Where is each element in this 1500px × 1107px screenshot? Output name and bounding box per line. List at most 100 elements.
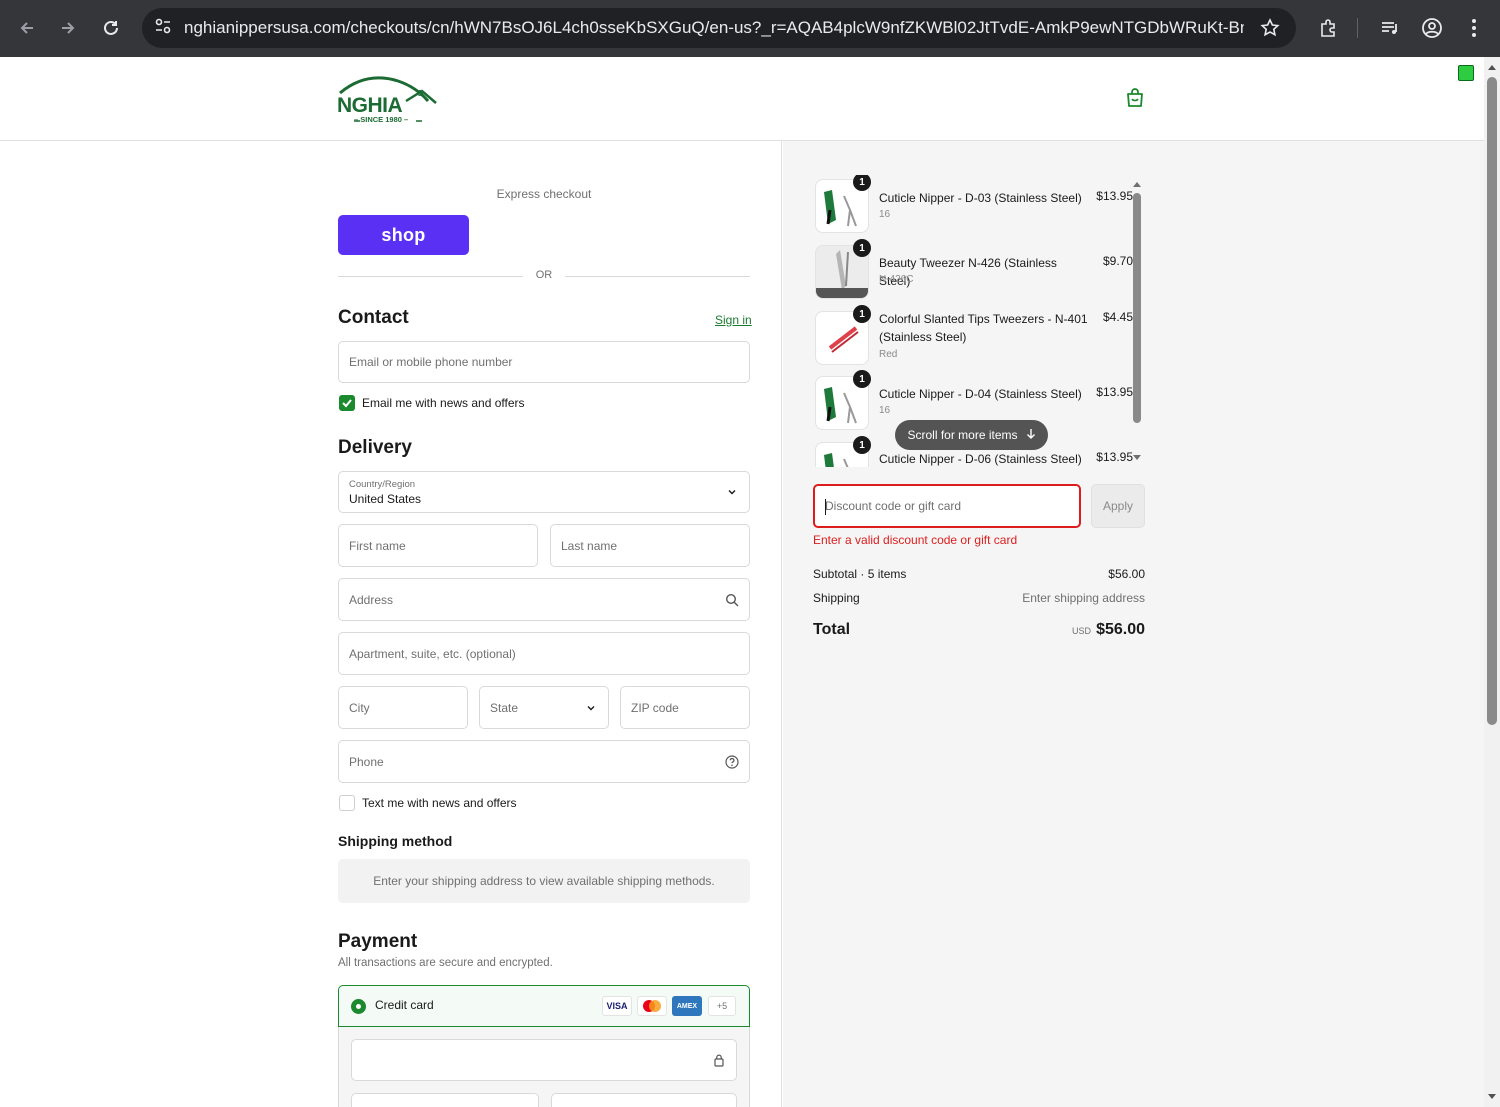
checkout-page: NGHIA – SINCE 1980 – Express checkout sh… xyxy=(0,57,1484,1107)
phone-field[interactable]: Phone xyxy=(338,740,750,783)
item-price: $13.95 xyxy=(1096,450,1133,464)
payment-heading: Payment xyxy=(338,931,418,952)
zip-placeholder: ZIP code xyxy=(631,700,679,715)
menu-kebab-icon[interactable] xyxy=(1456,10,1492,46)
first-name-placeholder: First name xyxy=(349,538,406,553)
first-name-field[interactable]: First name xyxy=(338,524,538,567)
site-settings-icon[interactable] xyxy=(154,17,172,40)
scroll-more-label: Scroll for more items xyxy=(907,428,1018,442)
apply-discount-button[interactable]: Apply xyxy=(1091,484,1145,528)
shipping-row: Shipping Enter shipping address xyxy=(813,591,1145,605)
zip-field[interactable]: ZIP code xyxy=(620,686,750,729)
or-label: OR xyxy=(535,269,553,281)
arrow-down-icon xyxy=(1026,428,1036,443)
credit-card-radio[interactable] xyxy=(351,999,366,1014)
subtotal-value: $56.00 xyxy=(1108,567,1145,581)
discount-code-field[interactable]: Discount code or gift card xyxy=(813,484,1081,528)
payment-subtitle: All transactions are secure and encrypte… xyxy=(338,957,553,969)
email-news-label: Email me with news and offers xyxy=(362,396,525,410)
quantity-badge: 1 xyxy=(853,239,871,257)
item-name: Cuticle Nipper - D-03 (Stainless Steel) xyxy=(879,191,1082,205)
back-icon[interactable] xyxy=(9,10,45,46)
card-number-field[interactable] xyxy=(351,1039,737,1081)
url-text[interactable]: nghianippersusa.com/checkouts/cn/hWN7BsO… xyxy=(184,18,1244,38)
address-bar[interactable]: nghianippersusa.com/checkouts/cn/hWN7BsO… xyxy=(142,8,1296,48)
city-placeholder: City xyxy=(349,700,370,715)
page-scrollbar-thumb[interactable] xyxy=(1487,77,1497,725)
expiry-field[interactable] xyxy=(351,1093,539,1107)
email-field[interactable]: Email or mobile phone number xyxy=(338,341,750,383)
amex-icon: AMEX xyxy=(672,996,702,1016)
or-divider: OR xyxy=(338,269,750,283)
cart-scrollbar[interactable] xyxy=(1129,175,1145,467)
credit-card-option[interactable]: Credit card VISA AMEX +5 xyxy=(338,985,750,1027)
chevron-down-icon xyxy=(584,701,598,715)
bookmark-star-icon[interactable] xyxy=(1260,18,1280,43)
total-value: USD $56.00 xyxy=(1072,621,1145,639)
express-checkout-label: Express checkout xyxy=(496,187,592,201)
discount-placeholder: Discount code or gift card xyxy=(825,499,962,513)
profile-icon[interactable] xyxy=(1414,10,1450,46)
email-news-checkbox[interactable] xyxy=(339,395,355,411)
credit-card-label: Credit card xyxy=(375,998,434,1012)
store-logo[interactable]: NGHIA – SINCE 1980 – xyxy=(336,71,444,127)
apartment-field[interactable]: Apartment, suite, etc. (optional) xyxy=(338,632,750,675)
shipping-label: Shipping xyxy=(813,591,860,605)
quantity-badge: 1 xyxy=(853,370,871,388)
chevron-down-icon xyxy=(725,485,739,499)
phone-placeholder: Phone xyxy=(349,754,384,769)
city-field[interactable]: City xyxy=(338,686,468,729)
item-name: Colorful Slanted Tips Tweezers - N-401 (… xyxy=(879,312,1088,344)
last-name-placeholder: Last name xyxy=(561,538,618,553)
shopping-bag-icon[interactable] xyxy=(1124,87,1146,109)
security-code-field[interactable] xyxy=(551,1093,737,1107)
checkout-form: Express checkout shop OR Contact Sign in… xyxy=(0,141,782,1107)
sign-in-link[interactable]: Sign in xyxy=(715,313,752,327)
order-summary: 1 Cuticle Nipper - D-03 (Stainless Steel… xyxy=(783,141,1484,1107)
help-icon[interactable] xyxy=(725,754,739,769)
visa-icon: VISA xyxy=(602,996,632,1016)
text-news-checkbox[interactable] xyxy=(339,795,355,811)
status-indicator xyxy=(1458,65,1474,81)
shipping-value: Enter shipping address xyxy=(1022,591,1145,605)
forward-icon[interactable] xyxy=(50,10,86,46)
lock-icon xyxy=(712,1053,726,1067)
toolbar-divider xyxy=(1357,18,1358,38)
text-news-label: Text me with news and offers xyxy=(362,796,517,810)
state-select[interactable]: State xyxy=(479,686,609,729)
total-label: Total xyxy=(813,621,851,638)
media-queue-icon[interactable] xyxy=(1372,10,1408,46)
item-price: $13.95 xyxy=(1096,189,1133,203)
shop-pay-button[interactable]: shop xyxy=(338,215,469,255)
mastercard-icon xyxy=(637,996,667,1016)
reload-icon[interactable] xyxy=(93,10,129,46)
address-field[interactable]: Address xyxy=(338,578,750,621)
item-variant: 16 xyxy=(879,405,891,416)
discount-error-message: Enter a valid discount code or gift card xyxy=(813,533,1018,547)
email-placeholder: Email or mobile phone number xyxy=(349,355,513,369)
country-value: United States xyxy=(349,492,422,506)
quantity-badge: 1 xyxy=(853,436,871,454)
browser-toolbar: nghianippersusa.com/checkouts/cn/hWN7BsO… xyxy=(0,0,1500,57)
contact-heading: Contact xyxy=(338,307,409,328)
item-price: $13.95 xyxy=(1096,385,1133,399)
subtotal-row: Subtotal · 5 items $56.00 xyxy=(813,567,1145,581)
currency-code: USD xyxy=(1072,626,1092,636)
country-label: Country/Region xyxy=(349,479,416,490)
store-header: NGHIA – SINCE 1980 – xyxy=(0,57,1484,141)
quantity-badge: 1 xyxy=(853,305,871,323)
item-name: Cuticle Nipper - D-06 (Stainless Steel) xyxy=(879,452,1082,466)
page-scrollbar[interactable] xyxy=(1484,57,1500,1107)
scroll-more-button[interactable]: Scroll for more items xyxy=(895,420,1048,450)
text-cursor xyxy=(825,499,826,515)
country-select[interactable]: Country/Region United States xyxy=(338,471,750,513)
item-variant: Red xyxy=(879,349,898,360)
last-name-field[interactable]: Last name xyxy=(550,524,750,567)
subtotal-label: Subtotal · 5 items xyxy=(813,567,907,581)
apartment-placeholder: Apartment, suite, etc. (optional) xyxy=(349,646,516,661)
search-icon xyxy=(725,593,739,607)
logo-tagline: – SINCE 1980 – xyxy=(354,115,409,124)
address-placeholder: Address xyxy=(349,592,394,607)
extensions-icon[interactable] xyxy=(1310,10,1346,46)
card-details-panel xyxy=(338,1027,750,1107)
